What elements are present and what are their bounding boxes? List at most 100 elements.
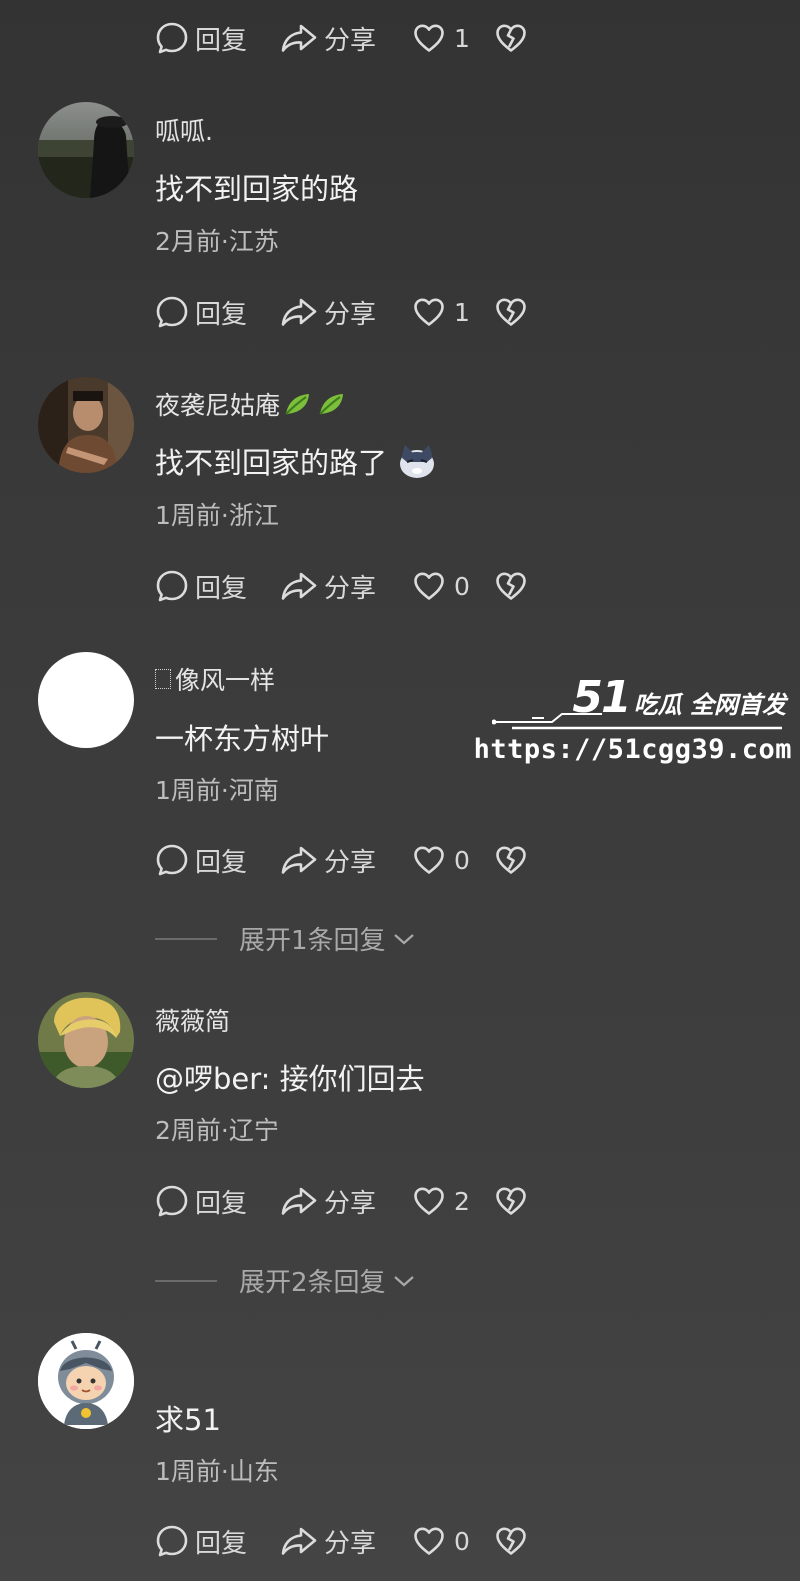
- dislike-button[interactable]: [494, 296, 528, 328]
- dislike-button[interactable]: [494, 570, 528, 602]
- expand-replies-label: 展开2条回复: [239, 1268, 386, 1298]
- reply-button[interactable]: 回复: [155, 20, 280, 57]
- share-icon: [280, 844, 318, 876]
- comment-username[interactable]: 夜袭尼姑庵: [155, 386, 346, 422]
- heart-icon: [412, 1525, 446, 1557]
- avatar[interactable]: [38, 102, 134, 198]
- reply-button[interactable]: 回复: [155, 568, 280, 605]
- reply-label: 回复: [195, 1528, 248, 1559]
- divider: [155, 937, 217, 940]
- username-text: 夜袭尼姑庵: [155, 391, 281, 420]
- watermark-url: https://51cgg39.com: [473, 734, 792, 765]
- like-button[interactable]: 0: [412, 570, 494, 602]
- share-button[interactable]: 分享: [280, 294, 412, 331]
- broken-heart-icon: [494, 1185, 528, 1217]
- avatar[interactable]: [38, 1333, 134, 1429]
- share-icon: [280, 296, 318, 328]
- share-icon: [280, 1185, 318, 1217]
- comment-text: 一杯东方树叶: [155, 722, 330, 756]
- reply-label: 回复: [195, 1188, 248, 1219]
- comment-text: @啰ber: 接你们回去: [155, 1062, 425, 1096]
- dislike-button[interactable]: [494, 844, 528, 876]
- comment-username[interactable]: 薇薇简: [155, 1002, 230, 1038]
- share-icon: [280, 22, 318, 54]
- reply-label: 回复: [195, 25, 248, 56]
- avatar[interactable]: [38, 652, 134, 748]
- leaf-emoji-icon: [319, 394, 344, 415]
- unknown-glyph-icon: [155, 669, 171, 689]
- share-button[interactable]: 分享: [280, 20, 412, 57]
- dislike-button[interactable]: [494, 1525, 528, 1557]
- avatar[interactable]: [38, 377, 134, 473]
- avatar[interactable]: [38, 992, 134, 1088]
- cat-emoji-icon: [400, 445, 435, 478]
- comment-icon: [155, 569, 189, 603]
- comment-meta: 1周前·河南: [155, 776, 279, 805]
- comment-username[interactable]: 呱呱.: [155, 112, 213, 148]
- share-button[interactable]: 分享: [280, 568, 412, 605]
- like-button[interactable]: 2: [412, 1185, 494, 1217]
- comment-icon: [155, 843, 189, 877]
- watermark-text: 吃瓜 全网首发: [633, 691, 786, 719]
- comment-meta: 2月前·江苏: [155, 227, 279, 256]
- reply-label: 回复: [195, 847, 248, 878]
- like-count: 1: [454, 297, 470, 327]
- like-button[interactable]: 1: [412, 22, 494, 54]
- heart-icon: [412, 1185, 446, 1217]
- comment-meta: 2周前·辽宁: [155, 1116, 279, 1145]
- reply-button[interactable]: 回复: [155, 294, 280, 331]
- broken-heart-icon: [494, 22, 528, 54]
- dislike-button[interactable]: [494, 1185, 528, 1217]
- comment-text: 找不到回家的路: [155, 172, 359, 206]
- expand-replies-button[interactable]: 展开1条回复: [155, 920, 416, 957]
- reply-label: 回复: [195, 299, 248, 330]
- comment-actions: 回复 分享 1: [155, 18, 528, 58]
- watermark: 51 吃瓜 全网首发 https://51cgg39.com: [474, 676, 792, 776]
- share-button[interactable]: 分享: [280, 1183, 412, 1220]
- chevron-down-icon: [393, 933, 414, 944]
- leaf-emoji-icon: [285, 394, 310, 415]
- share-label: 分享: [324, 847, 377, 878]
- comment-icon: [155, 295, 189, 329]
- share-label: 分享: [324, 299, 377, 330]
- comment-text: 求51: [155, 1403, 221, 1437]
- share-label: 分享: [324, 573, 377, 604]
- like-button[interactable]: 1: [412, 296, 494, 328]
- like-count: 2: [454, 1186, 470, 1216]
- watermark-number: 51: [572, 672, 631, 723]
- comment-username[interactable]: 像风一样: [155, 661, 275, 697]
- reply-button[interactable]: 回复: [155, 1523, 280, 1560]
- divider: [155, 1279, 217, 1282]
- watermark-brand: 51 吃瓜 全网首发: [572, 676, 786, 720]
- like-button[interactable]: 0: [412, 844, 494, 876]
- comment-actions: 回复 分享 2: [155, 1181, 528, 1221]
- heart-icon: [412, 844, 446, 876]
- username-text: 像风一样: [175, 666, 276, 695]
- like-button[interactable]: 0: [412, 1525, 494, 1557]
- comment-actions: 回复 分享 0: [155, 1521, 528, 1561]
- like-count: 0: [454, 845, 470, 875]
- share-button[interactable]: 分享: [280, 842, 412, 879]
- expand-replies-button[interactable]: 展开2条回复: [155, 1262, 416, 1299]
- comment-text-body: 找不到回家的路了: [155, 446, 388, 480]
- heart-icon: [412, 570, 446, 602]
- share-label: 分享: [324, 1188, 377, 1219]
- reply-button[interactable]: 回复: [155, 1183, 280, 1220]
- comment-actions: 回复 分享 1: [155, 292, 528, 332]
- dislike-button[interactable]: [494, 22, 528, 54]
- heart-icon: [412, 22, 446, 54]
- share-icon: [280, 570, 318, 602]
- like-count: 0: [454, 571, 470, 601]
- heart-icon: [412, 296, 446, 328]
- broken-heart-icon: [494, 844, 528, 876]
- comment-meta: 1周前·山东: [155, 1457, 279, 1486]
- like-count: 1: [454, 23, 470, 53]
- comment-text: 找不到回家的路了: [155, 440, 437, 482]
- reply-button[interactable]: 回复: [155, 842, 280, 879]
- share-icon: [280, 1525, 318, 1557]
- expand-replies-label: 展开1条回复: [239, 926, 386, 956]
- like-count: 0: [454, 1526, 470, 1556]
- share-button[interactable]: 分享: [280, 1523, 412, 1560]
- comment-icon: [155, 1524, 189, 1558]
- broken-heart-icon: [494, 570, 528, 602]
